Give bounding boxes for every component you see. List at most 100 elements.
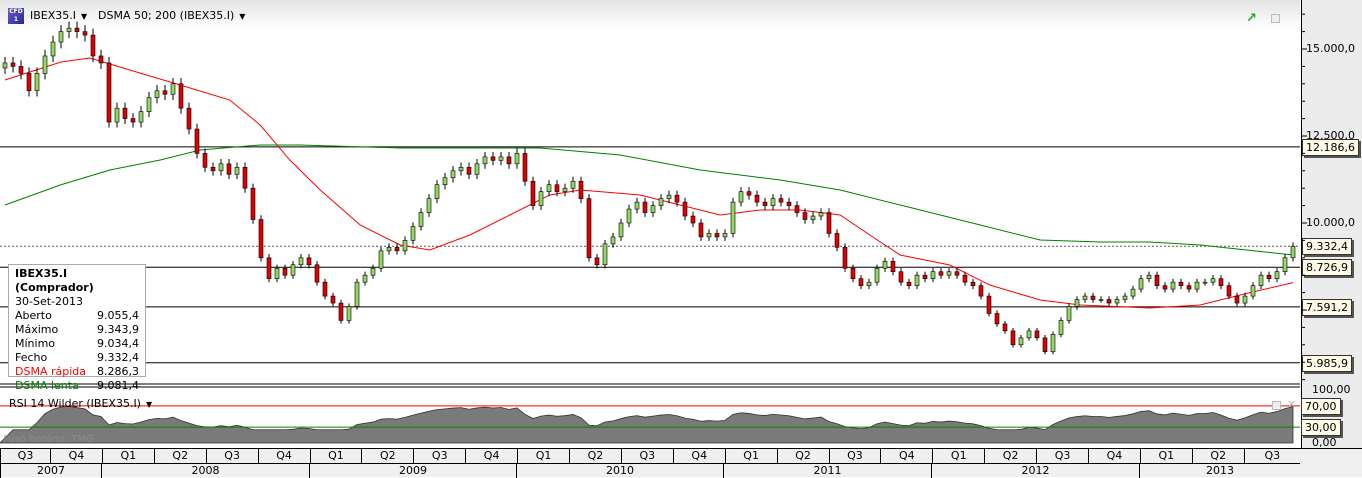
candle: [1018, 337, 1024, 346]
info-label: DSMA lenta: [15, 379, 79, 392]
candle: [322, 281, 328, 297]
candle: [906, 281, 912, 286]
candle: [274, 267, 280, 279]
price-level-label[interactable]: 5.985,9: [1302, 354, 1352, 372]
rsi-selector[interactable]: RSI 14 Wilder (IBEX35.I) ▼: [9, 397, 152, 410]
candle: [1274, 271, 1280, 279]
candle: [282, 267, 288, 276]
quarter-label: Q4: [672, 449, 725, 463]
quarter-label: Q1: [724, 449, 777, 463]
y-tick-label: 15.000,0: [1306, 42, 1355, 55]
candle: [786, 201, 792, 206]
candle: [386, 247, 392, 252]
quarter-label: Q2: [361, 449, 413, 463]
rsi-level-label: 70,00: [1301, 397, 1341, 415]
candle: [1146, 274, 1152, 279]
candle: [1074, 299, 1080, 307]
maximize-icon[interactable]: [1271, 14, 1280, 23]
candle: [770, 198, 776, 206]
candle: [1290, 245, 1296, 259]
candle: [1026, 330, 1032, 339]
info-label: Aberto: [15, 309, 52, 322]
info-label: Fecho: [15, 351, 48, 364]
candle: [642, 201, 648, 213]
candle: [314, 264, 320, 283]
symbol-selector[interactable]: IBEX35.I ▼: [30, 9, 87, 22]
quarter-label: Q1: [517, 449, 569, 463]
candle: [482, 156, 488, 165]
candle: [842, 247, 848, 269]
candle: [890, 260, 896, 273]
info-value: 9.055,4: [97, 309, 139, 322]
candle: [98, 55, 104, 64]
candle: [466, 167, 472, 175]
candle: [298, 257, 304, 266]
candle: [1122, 295, 1128, 300]
candle: [1106, 299, 1112, 304]
candle: [546, 184, 552, 192]
candle: [714, 233, 720, 238]
candle: [450, 170, 456, 179]
year-label: 2012: [931, 463, 1139, 478]
candle: [658, 198, 664, 206]
candle: [938, 271, 944, 276]
candle: [50, 41, 56, 57]
candle: [122, 107, 128, 119]
quarter-label: Q3: [0, 449, 50, 463]
candle: [1034, 330, 1040, 339]
info-row: Mínimo 9.034,4: [15, 337, 139, 351]
candle: [554, 184, 560, 192]
candle: [1218, 278, 1224, 286]
time-axis[interactable]: Q3 Q4 Q1 Q2 Q3 Q4 Q1 Q2 Q3 Q4 Q1 Q2 Q3 Q4 Q1 Q2 Q3 Q4 Q1 Q2…: [0, 448, 1362, 478]
candle: [402, 240, 408, 252]
candle: [922, 274, 928, 279]
candle: [514, 153, 520, 165]
price-level-label[interactable]: 7.591,2: [1302, 298, 1352, 316]
maximize-icon[interactable]: [1272, 401, 1281, 410]
candle: [1210, 278, 1216, 283]
infobox-date: 30-Set-2013: [15, 295, 83, 308]
candle: [234, 167, 240, 175]
candle: [1194, 281, 1200, 290]
rsi-axis-label: 100,00: [1312, 383, 1351, 396]
sma-line-1: [4, 144, 1294, 256]
candle: [1234, 295, 1240, 304]
candle: [1226, 285, 1232, 297]
candle: [354, 281, 360, 307]
candle: [362, 274, 368, 283]
year-label: 2010: [516, 463, 723, 478]
candle: [1114, 299, 1120, 304]
candle: [18, 66, 24, 74]
candle: [242, 167, 248, 189]
candle: [698, 222, 704, 238]
candle: [1250, 285, 1256, 297]
candle: [26, 73, 32, 92]
indicator-selector[interactable]: DSMA 50; 200 (IBEX35.I) ▼: [98, 9, 245, 22]
candle: [618, 222, 624, 238]
candle: [346, 306, 352, 321]
infobox-title: IBEX35.I (Comprador): [15, 267, 94, 294]
candle: [818, 212, 824, 217]
candle: [250, 187, 256, 220]
info-row: Fecho 9.332,4: [15, 351, 139, 365]
close-icon[interactable]: ✕: [1287, 398, 1296, 411]
candle: [1098, 299, 1104, 301]
candle: [762, 201, 768, 206]
price-chart[interactable]: [0, 0, 1300, 448]
y-tick-label: 12.500,0: [1306, 129, 1355, 142]
candle: [802, 212, 808, 220]
candle: [146, 97, 152, 112]
candle: [170, 83, 176, 95]
info-value: 9.332,4: [97, 351, 139, 364]
candle: [858, 278, 864, 286]
candle: [690, 215, 696, 224]
candle: [730, 201, 736, 234]
candle: [1242, 295, 1248, 304]
price-level-label[interactable]: 8.726,9: [1302, 259, 1352, 277]
candle: [338, 302, 344, 321]
candle: [946, 271, 952, 276]
candle: [418, 212, 424, 227]
trend-icon[interactable]: ↗: [1246, 11, 1257, 26]
candle: [74, 27, 80, 32]
candle: [626, 208, 632, 224]
